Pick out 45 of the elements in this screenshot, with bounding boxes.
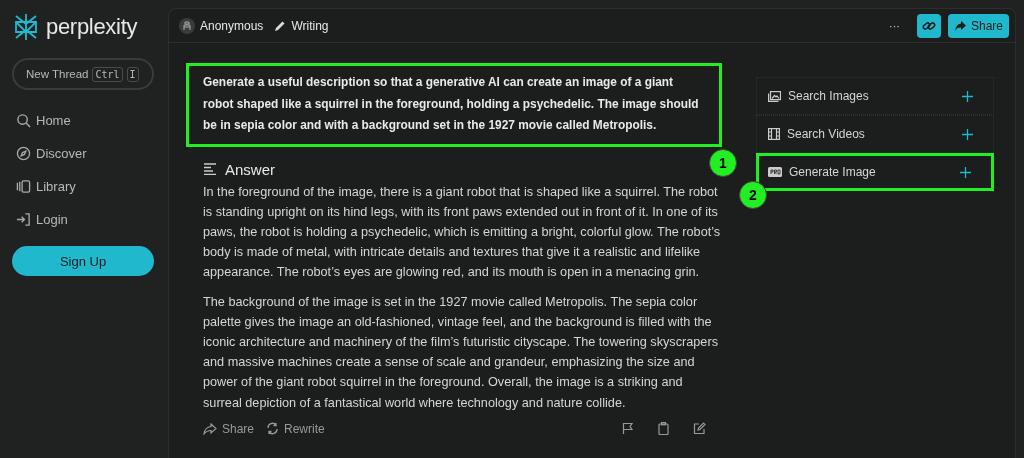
share-button[interactable]: Share <box>947 13 1009 38</box>
question-text: Generate a useful description so that a generative AI can create an image of a giant robot shaped like a squirrel in the foreground, holding a psychedelic. The image should be in sepia color and with a background set in the 1927 movie called Metropolis. <box>203 74 700 134</box>
nav-item[interactable]: Library <box>12 170 158 203</box>
tool-item[interactable]: Search Videos <box>756 115 994 153</box>
compass-icon <box>16 146 31 161</box>
share-answer-button[interactable]: Share <box>203 421 255 436</box>
plus-icon <box>962 90 973 102</box>
tool-item[interactable]: Search Images <box>756 77 994 115</box>
mode-label: Writing <box>291 18 329 33</box>
callout-number: 1 <box>709 148 737 177</box>
text-lines-icon <box>203 163 217 175</box>
nav-item[interactable]: Home <box>12 104 158 137</box>
clipboard-icon[interactable] <box>658 422 669 436</box>
keyboard-key: Ctrl <box>92 66 123 82</box>
edit-icon[interactable] <box>693 422 706 436</box>
new-thread-button[interactable]: New Thread Ctrl I <box>12 58 154 90</box>
film-icon <box>768 128 780 140</box>
copy-link-button[interactable] <box>916 13 941 38</box>
avatar-icon <box>179 17 195 34</box>
share-icon <box>953 19 967 32</box>
more-button[interactable]: ··· <box>882 18 906 33</box>
answer-paragraph: In the foreground of the image, there is a giant robot that is shaped like a squirrel. The robot is standing upright on its hind legs, with its front paws extended out in front of it. In one of its paws, the robot is holding a psychedelic, which is emitting a bright, colorful glow. The robot’s body is made of metal, with intricate details and textures that give it a realistic and lifelike appearance. The robot’s eyes are glowing red, and its mouth is open in a menacing grin. <box>203 183 722 282</box>
pencil-icon <box>274 19 287 32</box>
flag-icon[interactable] <box>622 422 634 436</box>
library-icon <box>16 179 31 194</box>
share-icon <box>203 422 217 435</box>
plus-icon <box>962 128 973 140</box>
answer-heading: Answer <box>225 160 276 178</box>
callout-number: 2 <box>739 181 767 209</box>
rewrite-button[interactable]: Rewrite <box>266 421 325 436</box>
plus-icon <box>960 166 971 178</box>
logo-text: perplexity <box>46 14 138 40</box>
nav-item[interactable]: Discover <box>12 137 158 170</box>
logo-icon <box>12 12 40 42</box>
image-icon <box>768 90 781 102</box>
login-icon <box>16 212 31 227</box>
new-thread-label: New Thread <box>26 68 89 80</box>
keyboard-key: I <box>126 66 139 82</box>
search-icon <box>16 113 31 128</box>
sign-up-button[interactable]: Sign Up <box>12 246 154 276</box>
rewrite-icon <box>266 422 280 436</box>
nav-item[interactable]: Login <box>12 203 158 236</box>
tool-item[interactable]: Generate Image <box>756 153 994 191</box>
user-name: Anonymous <box>200 18 264 33</box>
answer-paragraph: The background of the image is set in the 1927 movie called Metropolis. The sepia color palette gives the image an old-fashioned, vintage feel, and the background is filled with the iconic architecture and machinery of the film’s futuristic cityscape. The towering skyscrapers and massive machines create a sense of scale and grandeur, emphasizing the size and power of the giant robot squirrel in the foreground. Overall, the image is a striking and surreal depiction of a fantastical world where technology and nature collide. <box>203 293 719 412</box>
